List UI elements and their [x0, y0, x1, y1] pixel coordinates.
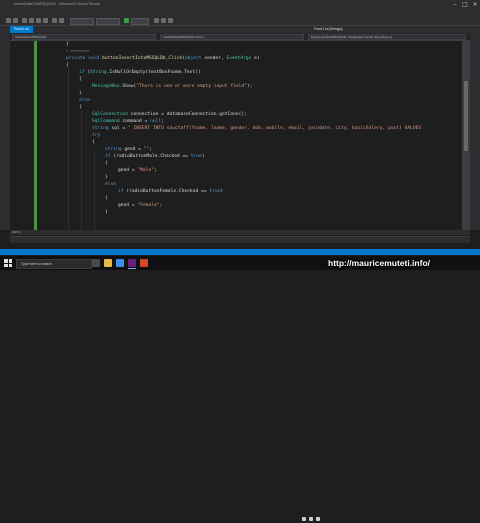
output-pane-header: Show output from: Debug	[10, 236, 470, 253]
start-icon[interactable]	[124, 18, 129, 23]
new-project-icon[interactable]	[22, 18, 27, 23]
save-all-icon[interactable]	[43, 18, 48, 23]
file-explorer-icon[interactable]	[104, 259, 112, 267]
reference-count[interactable]: 1 reference	[66, 49, 89, 53]
code-line: }	[66, 41, 69, 48]
network-icon	[302, 517, 306, 521]
taskbar-search-box[interactable]: Type here to search	[16, 259, 92, 269]
code-line: {	[66, 63, 69, 68]
indent-guide	[81, 111, 82, 230]
app-icon[interactable]	[140, 259, 148, 267]
member-dropdown[interactable]: buttonInsertIntoMSSQLDb_Click(object sen…	[308, 34, 466, 40]
toolbar-tool-icon[interactable]	[154, 18, 159, 23]
code-line: gend = "Female";	[118, 203, 163, 208]
save-icon[interactable]	[36, 18, 41, 23]
zoom-level[interactable]: 100 %	[10, 230, 21, 235]
code-editor[interactable]: } 1 reference private void buttonInsertI…	[10, 41, 462, 230]
class-dropdown[interactable]: InsertDataToMSSQLDb.Form1	[160, 34, 304, 40]
configuration-dropdown[interactable]	[70, 18, 94, 25]
code-line: {	[79, 105, 82, 110]
code-line: SqlConnection connection = databaseConne…	[92, 112, 247, 117]
code-line: try	[92, 133, 101, 138]
watermark-url: http://mauricemuteti.info/	[328, 258, 430, 268]
open-icon[interactable]	[29, 18, 34, 23]
left-tool-strip	[0, 33, 10, 230]
system-tray	[300, 515, 324, 523]
maximize-icon[interactable]: □	[461, 0, 469, 9]
vertical-scrollbar[interactable]	[462, 41, 470, 230]
toolbar	[0, 16, 480, 26]
code-line: {	[79, 77, 82, 82]
code-line: else	[105, 182, 117, 187]
running-indicator	[128, 268, 136, 269]
back-icon[interactable]	[6, 18, 11, 23]
notification-icon	[316, 517, 320, 521]
volume-icon	[309, 517, 313, 521]
start-dropdown[interactable]	[131, 18, 149, 25]
task-view-icon[interactable]	[92, 259, 100, 267]
minimize-icon[interactable]: –	[451, 0, 459, 9]
document-tabs: Form1.cs Form1.cs [Design]	[0, 26, 480, 33]
code-line: private void buttonInsertIntoMSSQLDb_Cli…	[66, 56, 260, 61]
redo-icon[interactable]	[59, 18, 64, 23]
code-line: {	[105, 161, 108, 166]
code-line: }	[105, 175, 108, 180]
tab-form1-cs[interactable]: Form1.cs	[10, 26, 33, 33]
scrollbar-thumb[interactable]	[464, 81, 468, 151]
code-line: gend = "Male";	[118, 168, 157, 173]
close-icon[interactable]: ×	[471, 0, 479, 9]
forward-icon[interactable]	[13, 18, 18, 23]
code-line: MessageBox.Show("There is one or more em…	[92, 84, 253, 89]
status-bar: Ready	[0, 249, 480, 265]
code-line: if (radioButtonFemale.Checked == true)	[118, 189, 224, 194]
code-line: }	[79, 91, 82, 96]
code-line: {	[92, 140, 95, 145]
title-bar: InsertDataToMSSQLDb - Microsoft Visual S…	[0, 0, 480, 9]
platform-dropdown[interactable]	[96, 18, 120, 25]
undo-icon[interactable]	[52, 18, 57, 23]
browser-icon[interactable]	[116, 259, 124, 267]
code-line: SqlCommand command = null;	[92, 119, 164, 124]
horizontal-scrollbar[interactable]: 100 %	[10, 230, 470, 235]
change-indicator-bar	[34, 41, 37, 230]
tab-form1-design[interactable]: Form1.cs [Design]	[310, 26, 346, 33]
code-line: {	[105, 196, 108, 201]
project-dropdown[interactable]: InsertDataToMSSQLDb	[12, 34, 156, 40]
indent-guide	[94, 153, 95, 230]
visual-studio-icon[interactable]	[128, 259, 136, 267]
code-line: if (String.IsNullOrEmpty(textBoxFname.Te…	[79, 70, 201, 75]
code-token: }	[66, 42, 69, 47]
navigation-bar: InsertDataToMSSQLDb InsertDataToMSSQLDb.…	[10, 33, 470, 41]
code-line: string gend = "";	[105, 147, 153, 152]
toolbar-tool-icon[interactable]	[161, 18, 166, 23]
code-line: if (radioButtonMale.Checked == true)	[105, 154, 205, 159]
code-line: string sql = " INSERT INTO sauctaff(fnam…	[92, 126, 422, 131]
windows-start-icon[interactable]	[4, 259, 12, 267]
code-line: 1 reference	[66, 48, 89, 55]
right-tool-strip	[470, 33, 480, 230]
window-title: InsertDataToMSSQLDb - Microsoft Visual S…	[14, 1, 100, 6]
indent-guide	[68, 69, 69, 230]
menu-bar: File Edit View Project Build Debug Team …	[0, 9, 480, 23]
code-line: else	[79, 98, 91, 103]
toolbar-tool-icon[interactable]	[168, 18, 173, 23]
code-line: }	[105, 210, 108, 215]
